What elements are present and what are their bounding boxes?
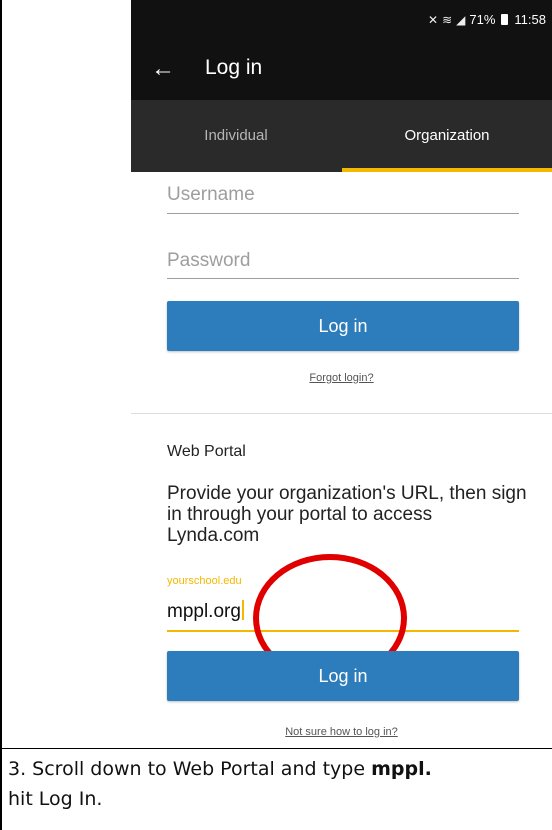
caption-text: 3. Scroll down to Web Portal and type (8, 758, 372, 780)
portal-login-button[interactable]: Log in (167, 651, 519, 701)
document-left-border (0, 0, 2, 830)
portal-url-value: mppl.org (167, 601, 241, 622)
status-icons: ✕ ≋ ◢ 71% 11:58 (428, 12, 546, 27)
status-time: 11:58 (514, 12, 546, 27)
web-portal-title: Web Portal (167, 443, 246, 460)
tab-organization[interactable]: Organization (342, 100, 552, 172)
tab-bar: Individual Organization (131, 100, 552, 172)
web-portal-description: Provide your organization's URL, then si… (167, 483, 527, 546)
4g-signal-icon: ◢ (456, 12, 466, 27)
phone-screenshot: ✕ ≋ ◢ 71% 11:58 ← Log in Individual Orga… (131, 0, 552, 748)
section-divider (131, 413, 552, 414)
text-cursor (241, 600, 244, 620)
not-sure-link[interactable]: Not sure how to log in? (131, 726, 552, 738)
app-bar: ← Log in (131, 40, 552, 100)
forgot-login-link[interactable]: Forgot login? (131, 372, 552, 384)
back-arrow-icon[interactable]: ← (151, 55, 175, 83)
caption-line2: hit Log In. (8, 788, 103, 810)
caption-separator (0, 748, 552, 749)
battery-percent: 71% (469, 12, 496, 27)
tab-individual[interactable]: Individual (131, 100, 341, 172)
battery-icon (501, 14, 509, 25)
mute-icon: ✕ (428, 12, 439, 27)
caption-bold: mppl. (371, 758, 432, 780)
active-tab-indicator (342, 168, 552, 172)
password-field[interactable]: Password (167, 250, 519, 279)
url-field-label: yourschool.edu (167, 575, 242, 587)
login-button[interactable]: Log in (167, 301, 519, 351)
username-field[interactable]: Username (167, 184, 519, 214)
status-bar: ✕ ≋ ◢ 71% 11:58 (131, 0, 552, 40)
page-title: Log in (205, 56, 263, 79)
instruction-caption: 3. Scroll down to Web Portal and type mp… (8, 754, 548, 814)
wifi-icon: ≋ (442, 12, 453, 27)
